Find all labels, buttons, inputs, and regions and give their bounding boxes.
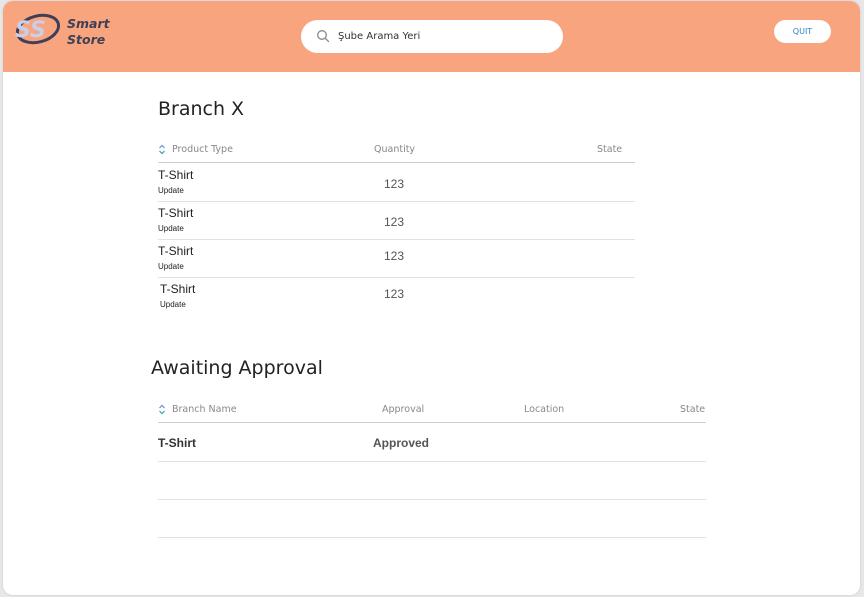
top-bar: SS Smart Store QUIT [3,1,860,72]
sort-icon[interactable] [158,144,166,155]
update-link[interactable]: Update [158,224,184,233]
product-name: T-Shirt [158,168,194,182]
branch-search-input[interactable] [338,27,548,46]
update-link[interactable]: Update [160,300,186,309]
quit-button[interactable]: QUIT [774,20,831,43]
brand-line-1: Smart [67,16,110,31]
column-header-quantity[interactable]: Quantity [374,144,415,155]
approval-status: Approved [373,436,430,450]
row-divider [158,277,635,278]
branch-name: T-Shirt [158,436,196,450]
quantity-value: 123 [384,215,405,229]
column-header-state[interactable]: State [680,404,705,415]
awaiting-approval-title: Awaiting Approval [151,357,323,379]
row-divider [158,239,635,240]
column-header-product-type[interactable]: Product Type [172,144,233,155]
row-divider [158,537,706,538]
column-header-location[interactable]: Location [524,404,564,415]
table-header-divider [158,162,635,163]
app-window: SS Smart Store QUIT Branch X Product Typ… [3,1,860,595]
svg-text:SS: SS [15,18,46,43]
column-header-approval[interactable]: Approval [382,404,424,415]
sort-icon[interactable] [158,404,166,415]
quantity-value: 123 [384,177,405,191]
quantity-value: 123 [384,249,405,263]
search-icon[interactable] [316,29,330,43]
column-header-state[interactable]: State [597,144,622,155]
row-divider [158,461,706,462]
update-link[interactable]: Update [158,262,184,271]
brand-line-2: Store [67,32,106,47]
row-divider [158,499,706,500]
branch-search [301,20,563,53]
quantity-value: 123 [384,287,405,301]
product-name: T-Shirt [160,282,196,296]
logo-icon: SS [15,13,61,45]
brand-name: Smart Store [67,16,110,48]
table-header-divider [158,422,706,423]
column-header-branch-name[interactable]: Branch Name [172,404,237,415]
product-name: T-Shirt [158,206,194,220]
product-name: T-Shirt [158,244,194,258]
branch-title: Branch X [158,98,245,120]
row-divider [158,201,635,202]
update-link[interactable]: Update [158,186,184,195]
